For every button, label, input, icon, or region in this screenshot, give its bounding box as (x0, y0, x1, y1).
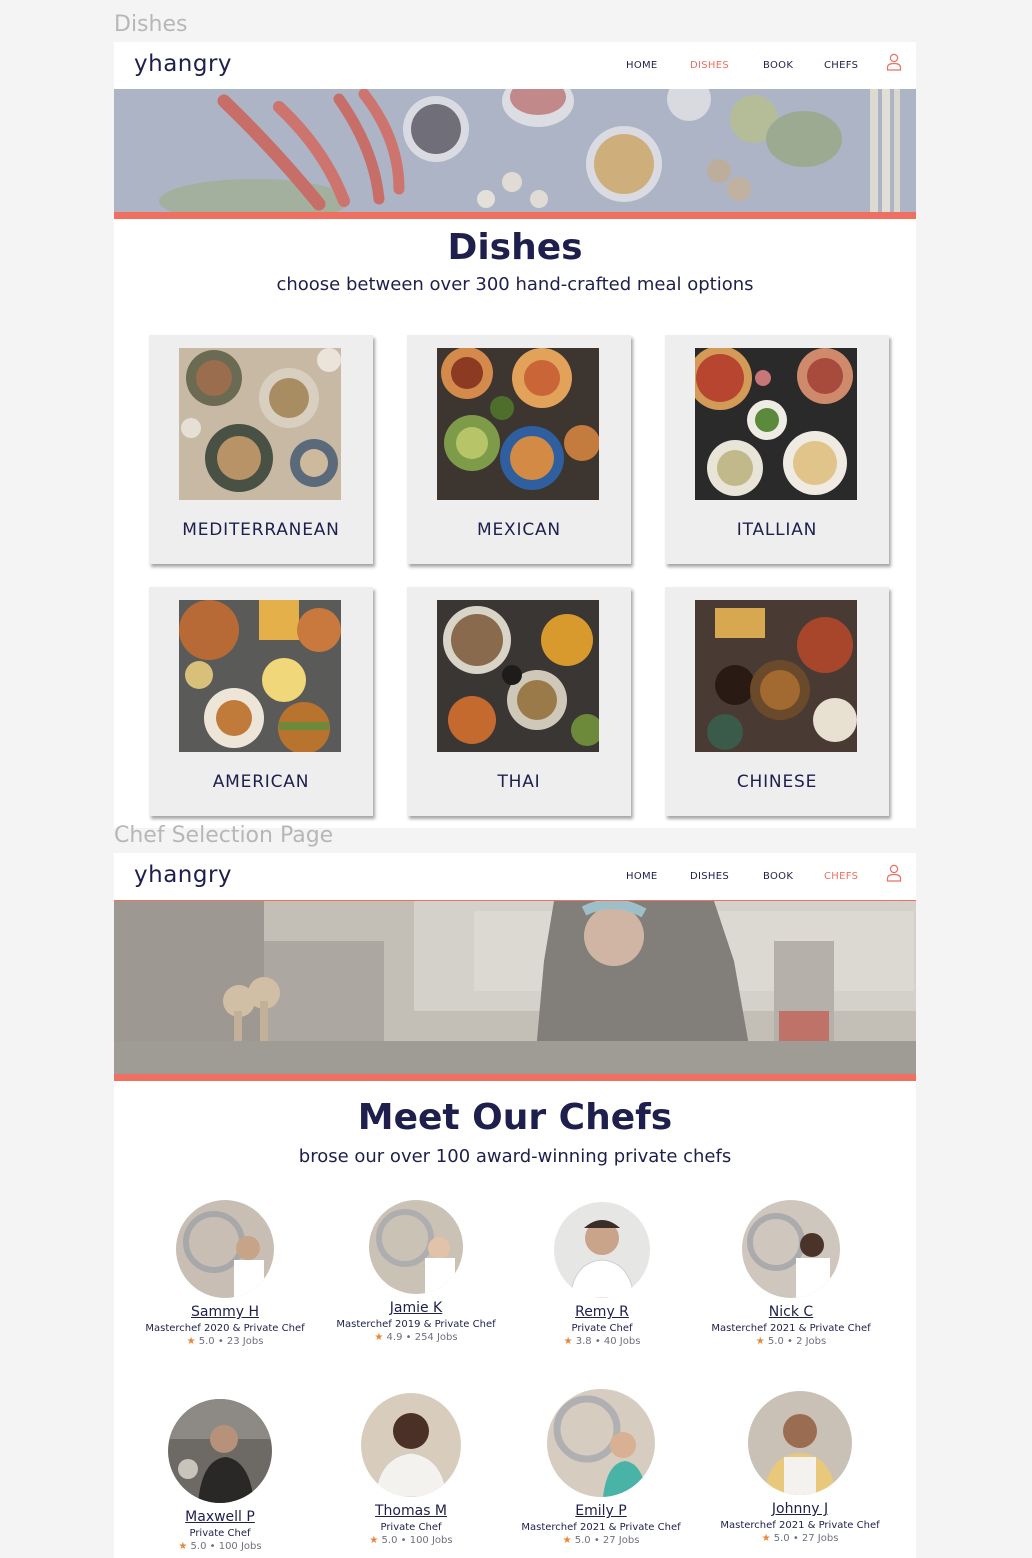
frame-label-chefs: Chef Selection Page (114, 823, 334, 848)
logo[interactable]: yhangry (134, 51, 232, 77)
frame-label-dishes: Dishes (114, 12, 188, 37)
nav-home[interactable]: HOME (626, 60, 658, 71)
cuisine-photo (437, 348, 599, 500)
chef-rating: ★ 4.9 • 254 Jobs (374, 1332, 458, 1343)
page-title: Meet Our Chefs (357, 1097, 673, 1138)
chef-card-jamie-k[interactable]: Jamie K Masterchef 2019 & Private Chef ★… (321, 1200, 511, 1343)
chef-rating: ★ 5.0 • 2 Jobs (755, 1336, 827, 1347)
cuisine-label: MEXICAN (477, 520, 561, 540)
chef-name[interactable]: Jamie K (321, 1300, 511, 1316)
chef-title: Masterchef 2019 & Private Chef (336, 1319, 496, 1330)
hero-banner-spices (114, 89, 916, 212)
cuisine-card-thai[interactable]: THAI (407, 587, 631, 816)
cuisine-card-italian[interactable]: ITALLIAN (665, 335, 889, 564)
chef-card-johnny-j[interactable]: Johnny J Masterchef 2021 & Private Chef … (705, 1391, 895, 1544)
star-icon: ★ (369, 1535, 379, 1546)
star-icon: ★ (178, 1541, 188, 1552)
chef-card-nick-c[interactable]: Nick C Masterchef 2021 & Private Chef ★ … (696, 1200, 886, 1347)
chef-name[interactable]: Johnny J (705, 1501, 895, 1517)
nav-book[interactable]: BOOK (763, 871, 793, 882)
user-icon[interactable] (886, 864, 902, 882)
cuisine-photo (437, 600, 599, 752)
nav-book[interactable]: BOOK (763, 60, 793, 71)
nav-dishes[interactable]: DISHES (690, 60, 729, 71)
chef-name[interactable]: Remy R (507, 1304, 697, 1320)
chef-avatar (176, 1200, 274, 1298)
star-icon: ★ (562, 1535, 572, 1546)
page-subtitle: brose our over 100 award-winning private… (298, 1146, 732, 1167)
chef-rating: ★ 5.0 • 27 Jobs (562, 1535, 640, 1546)
chef-name[interactable]: Thomas M (316, 1503, 506, 1519)
chef-avatar (742, 1200, 840, 1298)
chef-title: Masterchef 2021 & Private Chef (521, 1522, 681, 1533)
chef-rating: ★ 5.0 • 100 Jobs (369, 1535, 453, 1546)
user-icon[interactable] (886, 53, 902, 71)
cuisine-photo (695, 600, 857, 752)
page-subtitle: choose between over 300 hand-crafted mea… (276, 274, 754, 295)
hero-banner-chef (114, 901, 916, 1074)
chef-card-emily-p[interactable]: Emily P Masterchef 2021 & Private Chef ★… (506, 1389, 696, 1546)
chef-name[interactable]: Sammy H (130, 1304, 320, 1320)
star-icon: ★ (755, 1336, 765, 1347)
cuisine-label: THAI (497, 772, 541, 792)
cuisine-card-mexican[interactable]: MEXICAN (407, 335, 631, 564)
chef-rating: ★ 5.0 • 27 Jobs (761, 1533, 839, 1544)
star-icon: ★ (761, 1533, 771, 1544)
cuisine-label: AMERICAN (212, 772, 310, 792)
chef-rating: ★ 5.0 • 100 Jobs (178, 1541, 262, 1552)
hero-accent-bar (114, 1074, 916, 1081)
chef-selection-frame: yhangry HOME DISHES BOOK CHEFS Meet Our … (114, 853, 916, 1558)
chef-title: Private Chef (571, 1323, 633, 1334)
chef-name[interactable]: Maxwell P (125, 1509, 315, 1525)
logo[interactable]: yhangry (134, 862, 232, 888)
nav-dishes[interactable]: DISHES (690, 871, 729, 882)
chef-avatar (369, 1200, 463, 1294)
chef-card-sammy-h[interactable]: Sammy H Masterchef 2020 & Private Chef ★… (130, 1200, 320, 1347)
chef-name[interactable]: Nick C (696, 1304, 886, 1320)
star-icon: ★ (374, 1332, 384, 1343)
dishes-page-frame: yhangry HOME DISHES BOOK CHEFS Dishes ch… (114, 42, 916, 828)
chef-title: Private Chef (189, 1528, 251, 1539)
cuisine-photo (179, 600, 341, 752)
nav-home[interactable]: HOME (626, 871, 658, 882)
chef-title: Masterchef 2021 & Private Chef (720, 1520, 880, 1531)
cuisine-photo (695, 348, 857, 500)
chef-rating: ★ 5.0 • 23 Jobs (186, 1336, 264, 1347)
chef-title: Masterchef 2020 & Private Chef (145, 1323, 305, 1334)
chef-card-thomas-m[interactable]: Thomas M Private Chef ★ 5.0 • 100 Jobs (316, 1393, 506, 1546)
chef-avatar (748, 1391, 852, 1495)
star-icon: ★ (563, 1336, 573, 1347)
cuisine-card-chinese[interactable]: CHINESE (665, 587, 889, 816)
chef-avatar (168, 1399, 272, 1503)
cuisine-label: ITALLIAN (736, 520, 818, 540)
chef-title: Masterchef 2021 & Private Chef (711, 1323, 871, 1334)
navbar: yhangry HOME DISHES BOOK CHEFS (114, 42, 916, 89)
page-title: Dishes (447, 227, 583, 268)
chef-rating: ★ 3.8 • 40 Jobs (563, 1336, 641, 1347)
chef-name[interactable]: Emily P (506, 1503, 696, 1519)
navbar: yhangry HOME DISHES BOOK CHEFS (114, 853, 916, 901)
chef-title: Private Chef (380, 1522, 442, 1533)
chef-avatar (361, 1393, 461, 1497)
chef-avatar (547, 1389, 655, 1497)
cuisine-label: MEDITERRANEAN (182, 520, 340, 540)
hero-accent-bar (114, 212, 916, 219)
cuisine-photo (179, 348, 341, 500)
nav-chefs[interactable]: CHEFS (824, 60, 858, 71)
cuisine-card-mediterranean[interactable]: MEDITERRANEAN (149, 335, 373, 564)
chef-card-remy-r[interactable]: Remy R Private Chef ★ 3.8 • 40 Jobs (507, 1202, 697, 1347)
chef-avatar (554, 1202, 650, 1298)
chef-card-maxwell-p[interactable]: Maxwell P Private Chef ★ 5.0 • 100 Jobs (125, 1399, 315, 1552)
cuisine-label: CHINESE (736, 772, 818, 792)
cuisine-card-american[interactable]: AMERICAN (149, 587, 373, 816)
nav-chefs[interactable]: CHEFS (824, 871, 858, 882)
star-icon: ★ (186, 1336, 196, 1347)
